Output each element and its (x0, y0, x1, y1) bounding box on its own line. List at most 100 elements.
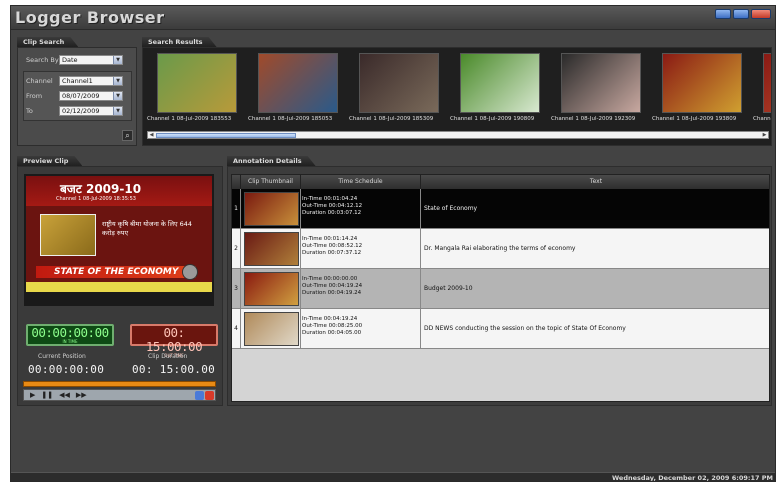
pause-icon[interactable]: ❚❚ (41, 390, 53, 400)
column-divider (420, 189, 421, 229)
window-controls (715, 9, 771, 19)
seek-bar[interactable] (23, 381, 216, 387)
result-thumbnail-item[interactable]: Channel 1 08-Jul-2009 193809 (652, 53, 749, 129)
result-thumbnail-image (460, 53, 540, 113)
video-preview[interactable]: बजट 2009-10 Channel 1 08-Jul-2009 18:35:… (24, 174, 214, 306)
transport-extra-buttons (195, 390, 215, 400)
out-time-value: 00: 15:00:00 (145, 325, 203, 354)
annotation-table-header: Clip Thumbnail Time Schedule Text (232, 175, 769, 189)
column-divider (300, 229, 301, 269)
transport-controls: ▶ ❚❚ ◀◀ ▶▶ (23, 389, 216, 401)
in-time-display[interactable]: 00:00:00:00 IN TIME (26, 324, 114, 346)
clip-thumbnail[interactable] (244, 192, 299, 226)
in-time-text: In-Time 00:01:04.24 (302, 196, 358, 202)
time-schedule: In-Time 00:04:19.24 Out-Time 00:08:25.00 D… (302, 316, 418, 337)
video-headline: बजट 2009-10 (60, 182, 142, 196)
result-thumbnail-item[interactable]: Channe (753, 53, 771, 129)
annotation-row[interactable]: 1 In-Time 00:01:04.24 Out-Time 00:04:12.12… (232, 189, 769, 229)
search-by-select[interactable]: Date ▼ (59, 55, 123, 65)
clip-thumbnail[interactable] (244, 272, 299, 306)
video-ticker (26, 282, 212, 292)
scrollbar-thumb[interactable] (156, 133, 296, 138)
to-label: To (26, 107, 33, 115)
close-button[interactable] (751, 9, 771, 19)
column-header-index (232, 175, 241, 189)
channel-label: Channel (26, 77, 53, 85)
out-time-text: Out-Time 00:04:19.24 (302, 283, 363, 289)
rewind-icon[interactable]: ◀◀ (59, 390, 70, 400)
from-date-picker[interactable]: 08/07/2009 ▼ (59, 91, 123, 101)
in-time-label: IN TIME (62, 339, 78, 344)
search-button[interactable]: ⌕ (122, 130, 133, 141)
chevron-down-icon: ▼ (113, 77, 122, 85)
to-date-picker[interactable]: 02/12/2009 ▼ (59, 106, 123, 116)
in-time-value: 00:00:00:00 (31, 325, 109, 340)
channel-select[interactable]: Channel1 ▼ (59, 76, 123, 86)
app-title: Logger Browser (15, 8, 165, 27)
annotation-details-panel: Clip Thumbnail Time Schedule Text 1 In-Ti… (227, 166, 772, 406)
result-thumbnail-caption: Channel 1 08-Jul-2009 185053 (248, 116, 333, 122)
stop-icon[interactable] (205, 390, 214, 400)
row-index: 2 (232, 229, 241, 269)
in-time-text: In-Time 00:00:00.00 (302, 276, 358, 282)
column-divider (300, 309, 301, 349)
results-horizontal-scrollbar[interactable]: ◀ ▶ (147, 131, 769, 139)
result-thumbnail-image (157, 53, 237, 113)
column-divider (300, 189, 301, 229)
out-time-text: Out-Time 00:04:12.12 (302, 203, 363, 209)
maximize-button[interactable] (733, 9, 749, 19)
result-thumbnail-item[interactable]: Channel 1 08-Jul-2009 183553 (147, 53, 244, 129)
result-thumbnail-caption: Channel 1 08-Jul-2009 183553 (147, 116, 232, 122)
result-thumbnail-image (763, 53, 771, 113)
time-schedule: In-Time 00:01:04.24 Out-Time 00:04:12.12 D… (302, 196, 418, 217)
video-topic-band: STATE OF THE ECONOMY (36, 266, 196, 278)
result-thumbnail-item[interactable]: Channel 1 08-Jul-2009 185309 (349, 53, 446, 129)
play-icon[interactable]: ▶ (30, 390, 35, 400)
clip-thumbnail[interactable] (244, 312, 299, 346)
tab-clip-search: Clip Search (17, 37, 78, 47)
search-by-row: Search By Date ▼ (26, 55, 123, 65)
result-thumbnail-caption: Channel 1 08-Jul-2009 192309 (551, 116, 636, 122)
result-thumbnail-caption: Channel 1 08-Jul-2009 185309 (349, 116, 434, 122)
video-subline: Channel 1 08-Jul-2009 18:35:53 (56, 196, 136, 202)
current-position-label: Current Position (38, 353, 86, 360)
preview-clip-panel: बजट 2009-10 Channel 1 08-Jul-2009 18:35:… (17, 166, 223, 406)
result-thumbnail-image (258, 53, 338, 113)
time-schedule: In-Time 00:00:00.00 Out-Time 00:04:19.24 D… (302, 276, 418, 297)
result-thumbnail-item[interactable]: Channel 1 08-Jul-2009 192309 (551, 53, 648, 129)
result-thumbnail-caption: Channel 1 08-Jul-2009 193809 (652, 116, 737, 122)
result-thumbnail-caption: Channe (753, 116, 771, 122)
channel-logo-icon (182, 264, 198, 280)
annotation-row[interactable]: 4 In-Time 00:04:19.24 Out-Time 00:08:25.00… (232, 309, 769, 349)
annotation-text: State of Economy (424, 205, 478, 212)
out-time-display[interactable]: 00: 15:00:00 OUT TIME (130, 324, 218, 358)
logger-browser-window: Logger Browser Clip Search Search By Dat… (10, 5, 776, 482)
result-thumbnail-item[interactable]: Channel 1 08-Jul-2009 190809 (450, 53, 547, 129)
to-row: To 02/12/2009 ▼ (26, 106, 123, 116)
column-header-text[interactable]: Text (421, 175, 769, 189)
column-header-clip-thumbnail[interactable]: Clip Thumbnail (241, 175, 301, 189)
minimize-button[interactable] (715, 9, 731, 19)
annotation-text: DD NEWS conducting the session on the to… (424, 325, 626, 332)
chevron-down-icon: ▼ (113, 92, 122, 100)
column-divider (420, 229, 421, 269)
annotation-row[interactable]: 2 In-Time 00:01:14.24 Out-Time 00:08:52.12… (232, 229, 769, 269)
video-lower-ticker (26, 292, 212, 304)
column-header-time-schedule[interactable]: Time Schedule (301, 175, 421, 189)
result-thumbnail-item[interactable]: Channel 1 08-Jul-2009 185053 (248, 53, 345, 129)
annotation-row[interactable]: 3 In-Time 00:00:00.00 Out-Time 00:04:19.24… (232, 269, 769, 309)
current-position-value: 00:00:00:00 (28, 363, 105, 376)
in-time-text: In-Time 00:04:19.24 (302, 316, 358, 322)
results-thumbnail-strip: Channel 1 08-Jul-2009 183553 Channel 1 08… (147, 53, 771, 129)
status-bar: Wednesday, December 02, 2009 6:09:17 PM (11, 472, 775, 481)
scroll-right-icon[interactable]: ▶ (761, 132, 768, 138)
search-results-panel: Channel 1 08-Jul-2009 183553 Channel 1 08… (142, 47, 772, 146)
info-icon[interactable] (195, 390, 204, 400)
time-schedule: In-Time 00:01:14.24 Out-Time 00:08:52.12 D… (302, 236, 418, 257)
scroll-left-icon[interactable]: ◀ (148, 132, 155, 138)
chevron-down-icon: ▼ (113, 56, 122, 64)
title-bar: Logger Browser (11, 6, 775, 30)
column-divider (420, 269, 421, 309)
clip-thumbnail[interactable] (244, 232, 299, 266)
fast-forward-icon[interactable]: ▶▶ (76, 390, 87, 400)
